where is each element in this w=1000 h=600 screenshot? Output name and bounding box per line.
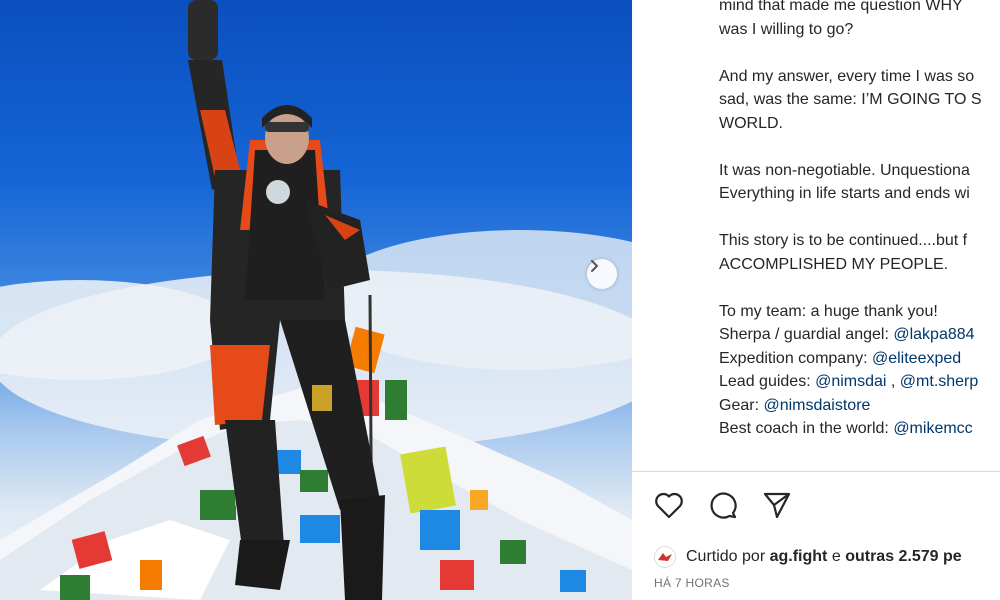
- credit-line: Best coach in the world: @mikemcc: [719, 417, 1000, 441]
- comment-button[interactable]: [708, 490, 738, 520]
- likes-summary: Curtido por ag.fight e outras 2.579 pe: [654, 546, 962, 568]
- credit-label: Expedition company:: [719, 349, 872, 367]
- credit-line: Sherpa / guardial angel: @lakpa884: [719, 323, 1000, 347]
- caption-line: [719, 41, 1000, 65]
- caption-line: WORLD.: [719, 114, 783, 132]
- caption-line: It was non-negotiable. Unquestiona: [719, 161, 970, 179]
- divider: [632, 471, 1000, 472]
- caption-line: mind that made me question WHY: [719, 0, 963, 14]
- credit-line: Expedition company: @eliteexped: [719, 347, 1000, 371]
- mention-link[interactable]: @mikemcc: [893, 420, 972, 437]
- post-details-panel: mind that made me question WHY was I will…: [632, 0, 1000, 600]
- mention-link[interactable]: @lakpa884: [893, 326, 974, 343]
- caption-line: [719, 206, 1000, 230]
- post-photo[interactable]: [0, 0, 632, 600]
- summit-scene: [0, 0, 632, 600]
- ag-fight-logo-icon: [658, 553, 672, 561]
- mention-link[interactable]: @nimsdai: [815, 373, 886, 390]
- mention-link[interactable]: @nimsdaistore: [763, 397, 870, 414]
- credit-label: Lead guides:: [719, 373, 816, 390]
- credit-label: Gear:: [719, 396, 764, 414]
- caption-line: [719, 135, 1000, 159]
- caption-line: ACCOMPLISHED MY PEOPLE.: [719, 255, 949, 273]
- caption-line: sad, was the same: I’M GOING TO S: [719, 91, 982, 108]
- share-icon: [763, 492, 791, 519]
- post-caption: mind that made me question WHY was I will…: [719, 0, 1000, 441]
- credit-line: Gear: @nimsdaistore: [719, 394, 1000, 418]
- chevron-right-icon: [591, 260, 598, 272]
- liker-username[interactable]: ag.fight: [770, 548, 828, 566]
- credit-line: Lead guides: @nimsdai , @mt.sherp: [719, 370, 1000, 394]
- comment-icon: [710, 492, 737, 519]
- mention-link[interactable]: @eliteexped: [872, 350, 961, 367]
- heart-icon: [655, 492, 683, 519]
- post-actions: [654, 490, 792, 520]
- likes-others-link[interactable]: outras 2.579 pe: [845, 548, 962, 566]
- post-timestamp[interactable]: HÁ 7 HORAS: [654, 576, 730, 590]
- caption-line: This story is to be continued....but f: [719, 232, 968, 249]
- next-image-button[interactable]: [587, 259, 617, 289]
- mention-link[interactable]: @mt.sherp: [900, 373, 978, 390]
- caption-line: And my answer, every time I was so: [719, 67, 975, 85]
- caption-line: To my team: a huge thank you!: [719, 302, 938, 320]
- share-button[interactable]: [762, 490, 792, 520]
- credit-label: Sherpa / guardial angel:: [719, 326, 894, 343]
- mention-separator: ,: [886, 373, 900, 390]
- caption-line: was I willing to go?: [719, 20, 854, 38]
- caption-line: [719, 276, 1000, 300]
- liker-avatar[interactable]: [654, 546, 676, 568]
- caption-line: Everything in life starts and ends wi: [719, 185, 970, 202]
- likes-middle: e: [831, 548, 841, 565]
- like-button[interactable]: [654, 490, 684, 520]
- credit-label: Best coach in the world:: [719, 420, 894, 437]
- likes-prefix: Curtido por: [686, 548, 766, 565]
